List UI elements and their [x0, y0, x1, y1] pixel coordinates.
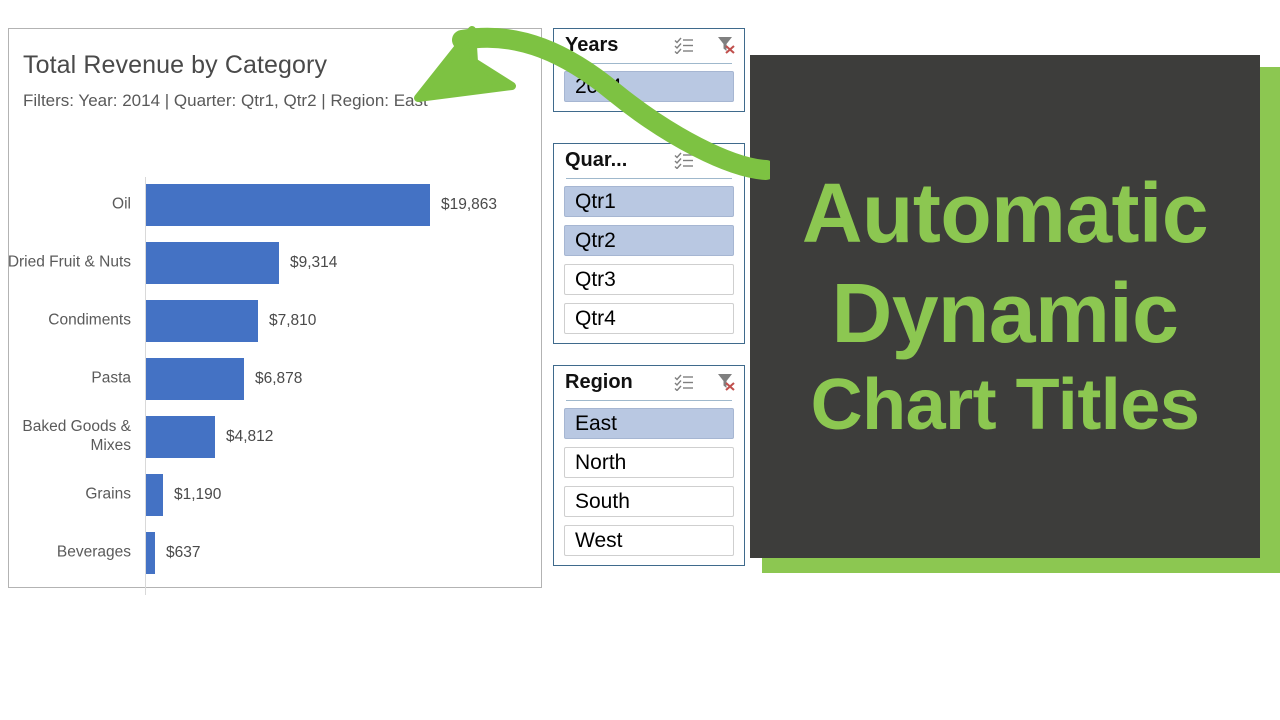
bar-chart-row: Baked Goods & Mixes $4,812 [9, 409, 543, 465]
multi-select-icon[interactable] [674, 152, 694, 174]
slicer-item[interactable]: 2014 [564, 71, 734, 102]
slicer-items: 2014 [554, 63, 744, 111]
promo-line-2: Dynamic [831, 265, 1179, 360]
bar-value-label: $9,314 [290, 254, 338, 271]
bar [146, 532, 155, 574]
bar [146, 358, 244, 400]
slicer-header-icons [674, 373, 736, 396]
promo-line-1: Automatic [801, 166, 1209, 261]
slicer-header: Quar... [554, 144, 744, 178]
bar-chart-row: Pasta $6,878 [9, 351, 543, 407]
bar-category-label: Beverages [56, 543, 131, 561]
bar-chart-row: Dried Fruit & Nuts $9,314 [8, 235, 543, 291]
bar-category-label: Oil [112, 195, 131, 213]
slicer-item[interactable]: South [564, 486, 734, 517]
bar-chart-row: Beverages $637 [9, 525, 543, 581]
slicer-item[interactable]: Qtr3 [564, 264, 734, 295]
slicer-title: Region [565, 371, 633, 393]
slicer-quarter[interactable]: Quar... Qtr1 Qtr2 Qtr3 Qtr4 [553, 143, 745, 344]
slicer-item-label: Qtr3 [575, 267, 616, 291]
bar-category-label: Grains [85, 485, 131, 503]
slicer-item[interactable]: East [564, 408, 734, 439]
promo-text-block: Automatic Dynamic Chart Titles [750, 55, 1260, 558]
slicer-item[interactable]: Qtr1 [564, 186, 734, 217]
promo-panel: Automatic Dynamic Chart Titles [750, 55, 1260, 558]
slicer-item-label: Qtr2 [575, 228, 616, 252]
slicer-header: Years [554, 29, 744, 63]
slicer-items: East North South West [554, 400, 744, 565]
multi-select-icon[interactable] [674, 37, 694, 59]
slicer-item-label: Qtr4 [575, 306, 616, 330]
slicer-divider [566, 63, 732, 64]
clear-filter-icon[interactable] [716, 373, 736, 396]
bar [146, 474, 163, 516]
bar [146, 416, 215, 458]
clear-filter-icon[interactable] [716, 151, 736, 174]
bar-category-label: Condiments [48, 311, 131, 329]
slicer-item[interactable]: West [564, 525, 734, 556]
slicer-header: Region [554, 366, 744, 400]
slicer-title: Quar... [565, 149, 628, 171]
bar-category-label: Baked Goods & Mixes [22, 418, 131, 454]
bar-chart-row: Condiments $7,810 [9, 293, 543, 349]
bar-value-label: $7,810 [269, 312, 317, 329]
slicer-years[interactable]: Years 2014 [553, 28, 745, 112]
bar [146, 242, 279, 284]
slicer-item-label: East [575, 411, 618, 435]
slicer-divider [566, 400, 732, 401]
bar [146, 184, 430, 226]
slicer-item-label: West [575, 528, 623, 552]
bar-category-label: Pasta [91, 369, 131, 387]
bar-chart-plot-area: Oil $19,863 Dried Fruit & Nuts $9,314 Condim… [8, 149, 543, 595]
chart-subtitle: Filters: Year: 2014 | Quarter: Qtr1, Qtr… [23, 91, 428, 110]
slicer-header-icons [674, 151, 736, 174]
slicer-item-label: 2014 [575, 74, 622, 98]
bar-value-label: $637 [166, 544, 201, 561]
bar [146, 300, 258, 342]
multi-select-icon[interactable] [674, 374, 694, 396]
promo-line-3: Chart Titles [810, 365, 1200, 446]
clear-filter-icon[interactable] [716, 36, 736, 59]
bar-value-label: $4,812 [226, 428, 274, 445]
slicer-item-label: Qtr1 [575, 189, 616, 213]
slicer-divider [566, 178, 732, 179]
bar-value-label: $1,190 [174, 486, 222, 503]
slicer-region[interactable]: Region East North South West [553, 365, 745, 566]
slicer-item[interactable]: Qtr2 [564, 225, 734, 256]
slicer-header-icons [674, 36, 736, 59]
bar-category-label: Dried Fruit & Nuts [7, 253, 131, 271]
slicer-item[interactable]: North [564, 447, 734, 478]
chart-panel: Total Revenue by Category Filters: Year:… [8, 28, 543, 595]
slicer-item[interactable]: Qtr4 [564, 303, 734, 334]
slicer-item-label: North [575, 450, 627, 474]
chart-title: Total Revenue by Category [23, 51, 328, 79]
bar-value-label: $19,863 [441, 196, 498, 213]
bar-value-label: $6,878 [255, 370, 303, 387]
slicer-item-label: South [575, 489, 630, 513]
slicer-title: Years [565, 34, 619, 56]
bar-chart-row: Oil $19,863 [9, 177, 543, 233]
slicer-items: Qtr1 Qtr2 Qtr3 Qtr4 [554, 178, 744, 343]
bar-chart-row: Grains $1,190 [9, 467, 543, 523]
